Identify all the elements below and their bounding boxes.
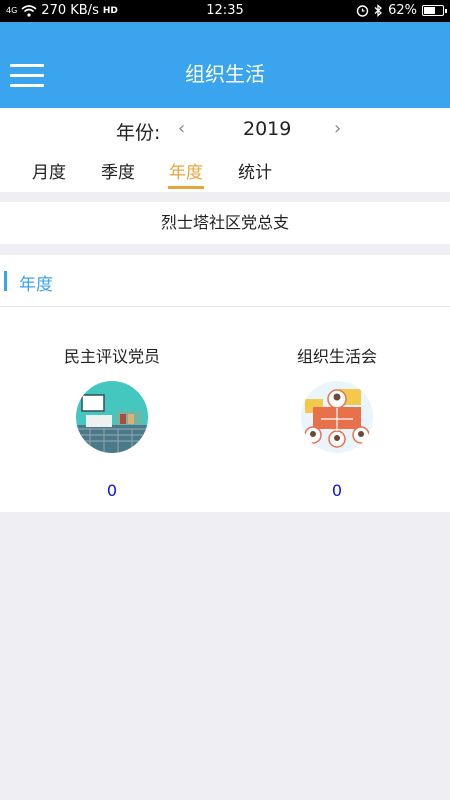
year-value: 2019	[243, 118, 292, 140]
section-header: 年度	[0, 255, 450, 307]
card-count: 0	[106, 481, 118, 500]
section-accent-bar	[4, 271, 7, 291]
card-count: 0	[331, 481, 343, 500]
meeting-people-icon	[301, 381, 373, 453]
page-title: 组织生活	[185, 62, 265, 86]
battery-percent: 62%	[388, 3, 417, 18]
year-label: 年份:	[116, 122, 161, 144]
alarm-icon	[356, 5, 369, 17]
yearly-section: 年度 民主评议党员 0 组织生活会 0	[0, 255, 450, 512]
bluetooth-icon	[374, 4, 383, 17]
chevron-left-icon[interactable]: ‹	[178, 118, 185, 139]
card-democratic-evaluation[interactable]: 民主评议党员 0	[37, 343, 187, 500]
chevron-right-icon[interactable]: ›	[334, 118, 341, 139]
battery-fill	[424, 7, 435, 14]
app-header: 组织生活	[0, 22, 450, 108]
tab-quarterly[interactable]: 季度	[101, 158, 135, 183]
card-organization-meeting[interactable]: 组织生活会 0	[262, 343, 412, 500]
tab-yearly[interactable]: 年度	[168, 158, 204, 189]
organization-name: 烈士塔社区党总支	[0, 202, 450, 244]
battery-icon	[422, 5, 447, 16]
card-title: 组织生活会	[296, 347, 377, 366]
section-title: 年度	[19, 275, 53, 295]
tab-statistics[interactable]: 统计	[238, 158, 272, 183]
classroom-icon	[76, 381, 148, 453]
card-title: 民主评议党员	[63, 347, 160, 366]
tab-monthly[interactable]: 月度	[32, 158, 66, 183]
year-selector: 年份: ‹ 2019 ›	[0, 108, 450, 152]
period-tabs: 月度 季度 年度 统计	[0, 152, 450, 192]
status-bar: 4G 270 KB/s HD 12:35 62%	[0, 0, 450, 22]
